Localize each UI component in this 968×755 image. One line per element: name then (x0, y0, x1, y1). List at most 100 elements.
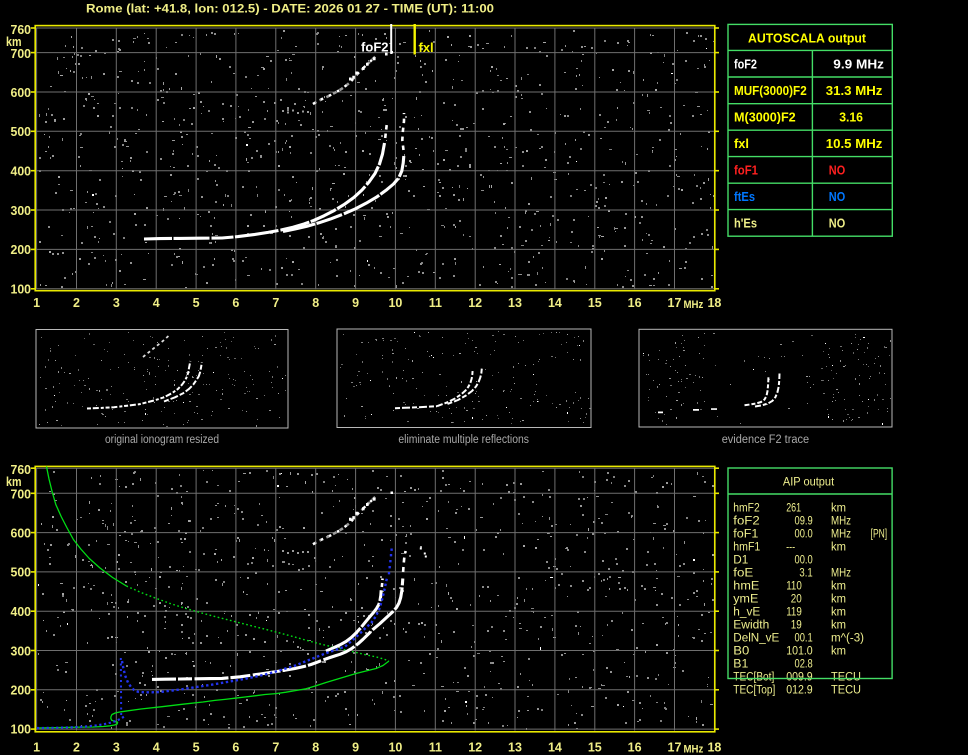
svg-text:foF2: foF2 (733, 514, 760, 528)
svg-text:16: 16 (628, 296, 642, 310)
svg-text:10: 10 (388, 741, 402, 755)
svg-text:km: km (831, 579, 846, 593)
svg-text:1: 1 (33, 296, 40, 310)
svg-text:500: 500 (11, 566, 32, 580)
svg-text:ftEs: ftEs (734, 189, 755, 204)
svg-text:02.8: 02.8 (795, 657, 813, 671)
svg-text:100: 100 (11, 722, 32, 736)
svg-text:B1: B1 (733, 657, 748, 671)
svg-text:km: km (831, 592, 846, 606)
svg-text:TECU: TECU (831, 683, 861, 697)
svg-text:foF2: foF2 (361, 40, 388, 55)
svg-text:00.1: 00.1 (795, 631, 813, 645)
svg-text:4: 4 (153, 296, 160, 310)
svg-text:NO: NO (829, 163, 845, 178)
svg-text:09.9: 09.9 (795, 514, 813, 528)
svg-text:hmE: hmE (733, 579, 759, 593)
svg-text:110: 110 (786, 579, 802, 593)
svg-text:MHz: MHz (831, 514, 851, 528)
svg-text:evidence F2 trace: evidence F2 trace (722, 434, 809, 446)
svg-text:8: 8 (312, 296, 319, 310)
svg-text:12: 12 (468, 741, 482, 755)
svg-text:009.9: 009.9 (786, 670, 813, 684)
svg-text:101.0: 101.0 (786, 644, 813, 658)
svg-text:4: 4 (153, 741, 160, 755)
svg-text:[PN]: [PN] (871, 527, 888, 541)
svg-text:3.1: 3.1 (799, 566, 812, 580)
svg-text:261: 261 (786, 501, 801, 515)
svg-text:km: km (831, 618, 846, 632)
svg-text:119: 119 (786, 605, 802, 619)
svg-text:NO: NO (829, 216, 845, 231)
svg-text:km: km (831, 644, 846, 658)
svg-text:hmF1: hmF1 (733, 540, 760, 554)
svg-text:D1: D1 (733, 553, 748, 567)
svg-text:5: 5 (193, 741, 200, 755)
svg-text:8: 8 (312, 741, 319, 755)
svg-text:11: 11 (429, 296, 442, 310)
svg-text:7: 7 (272, 741, 279, 755)
svg-text:MUF(3000)F2: MUF(3000)F2 (734, 83, 807, 98)
svg-text:600: 600 (11, 526, 32, 540)
svg-text:2: 2 (73, 741, 80, 755)
svg-text:km: km (831, 501, 846, 515)
svg-text:DelN_vE: DelN_vE (733, 631, 779, 645)
svg-text:18: 18 (707, 296, 721, 310)
svg-text:M(3000)F2: M(3000)F2 (734, 110, 796, 125)
svg-text:9: 9 (352, 741, 359, 755)
svg-text:11: 11 (429, 741, 442, 755)
svg-text:MHz: MHz (684, 299, 704, 311)
svg-text:MHz: MHz (684, 744, 704, 755)
svg-text:eliminate multiple reflections: eliminate multiple reflections (398, 434, 529, 446)
svg-text:3.16: 3.16 (839, 110, 863, 125)
svg-text:hmF2: hmF2 (733, 501, 760, 515)
svg-text:fxl: fxl (734, 136, 749, 151)
svg-text:MHz: MHz (831, 527, 851, 541)
svg-text:300: 300 (11, 644, 32, 658)
svg-text:5: 5 (193, 296, 200, 310)
svg-text:2: 2 (73, 296, 80, 310)
svg-text:400: 400 (11, 165, 32, 179)
svg-text:AUTOSCALA output: AUTOSCALA output (748, 31, 867, 46)
svg-text:---: --- (786, 540, 795, 554)
svg-text:foE: foE (733, 566, 753, 580)
svg-text:500: 500 (11, 125, 32, 139)
svg-text:original ionogram resized: original ionogram resized (105, 434, 219, 446)
svg-text:B0: B0 (733, 644, 749, 658)
svg-text:600: 600 (11, 86, 32, 100)
svg-text:AIP output: AIP output (783, 475, 835, 489)
svg-text:TECU: TECU (831, 670, 861, 684)
svg-text:6: 6 (232, 296, 239, 310)
svg-text:km: km (831, 540, 846, 554)
svg-text:foF1: foF1 (733, 527, 758, 541)
svg-text:17: 17 (668, 296, 682, 310)
svg-text:14: 14 (548, 296, 562, 310)
svg-text:20: 20 (791, 592, 802, 606)
svg-text:TEC[Bot]: TEC[Bot] (733, 670, 774, 684)
svg-text:3: 3 (113, 296, 120, 310)
svg-text:200: 200 (11, 243, 32, 257)
svg-text:6: 6 (232, 741, 239, 755)
svg-text:400: 400 (11, 605, 32, 619)
svg-text:300: 300 (11, 204, 32, 218)
svg-text:NO: NO (829, 189, 845, 204)
svg-text:00.0: 00.0 (795, 553, 813, 567)
svg-text:fxl: fxl (419, 40, 434, 55)
svg-text:9.9 MHz: 9.9 MHz (833, 56, 884, 71)
svg-text:10.5 MHz: 10.5 MHz (826, 136, 883, 151)
svg-text:18: 18 (707, 741, 721, 755)
svg-text:31.3 MHz: 31.3 MHz (826, 83, 883, 98)
svg-text:100: 100 (11, 282, 32, 296)
svg-text:TEC[Top]: TEC[Top] (733, 683, 775, 697)
svg-text:foF2: foF2 (734, 56, 757, 71)
svg-text:m^(-3): m^(-3) (831, 631, 864, 645)
svg-text:h'Es: h'Es (734, 216, 757, 231)
svg-text:00.0: 00.0 (795, 527, 813, 541)
svg-text:15: 15 (588, 741, 602, 755)
svg-text:200: 200 (11, 683, 32, 697)
svg-text:ymE: ymE (733, 592, 758, 606)
svg-text:16: 16 (628, 741, 642, 755)
svg-text:13: 13 (508, 296, 522, 310)
svg-text:12: 12 (468, 296, 482, 310)
svg-text:012.9: 012.9 (786, 683, 813, 697)
